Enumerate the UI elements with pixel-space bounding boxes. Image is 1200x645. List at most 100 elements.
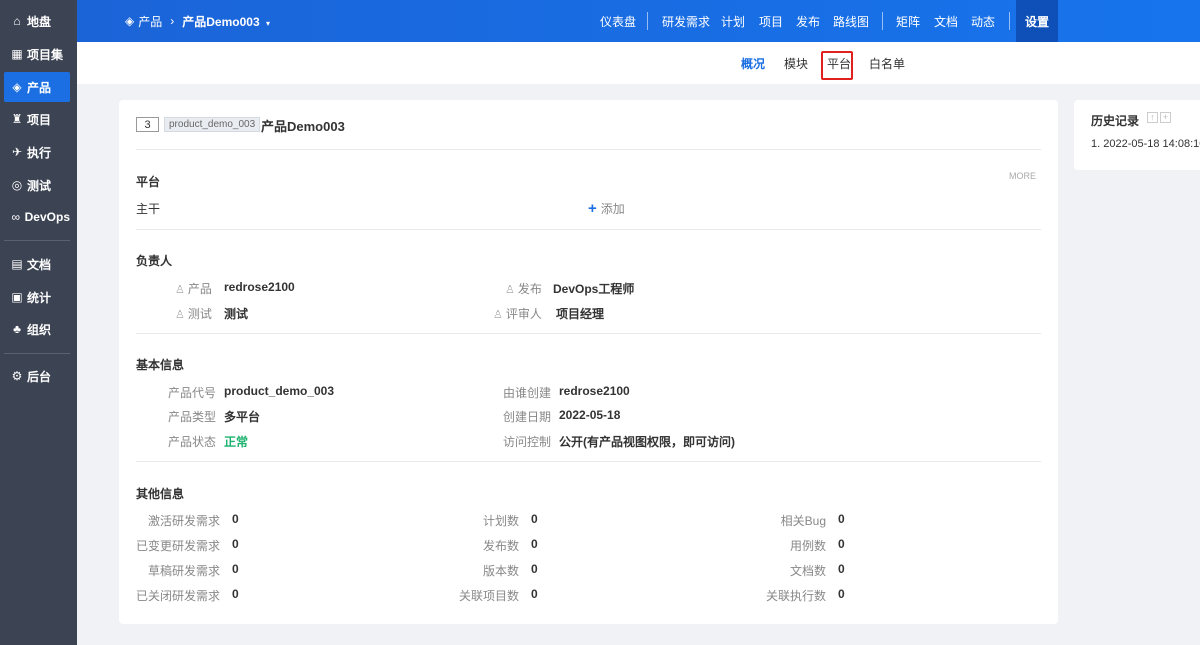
label-text: 发布 bbox=[517, 282, 542, 296]
owner-release-value: DevOps工程师 bbox=[553, 282, 635, 296]
nav-dashboard[interactable]: 仪表盘 bbox=[600, 0, 636, 42]
product-name: 产品Demo003 bbox=[261, 119, 345, 134]
label-text: 测试 bbox=[187, 307, 212, 321]
stat-value: 0 bbox=[838, 512, 845, 526]
stat-value: 0 bbox=[838, 587, 845, 601]
sidebar: ⌂ 地盘 ▦ 项目集 ◈ 产品 ♜ 项目 ✈ 执行 ◎ 测试 ∞ DevOps … bbox=[0, 0, 77, 645]
sidebar-item-label: 文档 bbox=[27, 257, 52, 272]
stat-value: 0 bbox=[232, 512, 239, 526]
project-icon: ♜ bbox=[11, 112, 23, 126]
stat-label: 已变更研发需求 bbox=[135, 539, 220, 553]
platform-branch: 主干 bbox=[136, 202, 161, 216]
home-icon: ⌂ bbox=[13, 14, 21, 28]
stat-label: 关联执行数 bbox=[765, 589, 826, 603]
sub-navigation: 概况 模块 平台 白名单 bbox=[77, 42, 1200, 84]
other-info-section-title: 其他信息 bbox=[136, 487, 185, 501]
owner-reviewer-label: ♙ 评审人 bbox=[493, 305, 542, 322]
created-date-value: 2022-05-18 bbox=[559, 408, 621, 422]
created-date-label: 创建日期 bbox=[503, 410, 552, 424]
arrow-up-icon[interactable]: ↑ bbox=[1147, 112, 1158, 123]
creator-label: 由谁创建 bbox=[503, 386, 552, 400]
status-badge: 正常 bbox=[224, 435, 249, 449]
section-divider bbox=[136, 229, 1041, 230]
sidebar-item-org[interactable]: ♣ 组织 bbox=[4, 314, 70, 344]
sidebar-item-project[interactable]: ♜ 项目 bbox=[4, 104, 70, 134]
nav-doc[interactable]: 文档 bbox=[934, 0, 958, 42]
nav-matrix[interactable]: 矩阵 bbox=[896, 0, 920, 42]
nav-plan[interactable]: 计划 bbox=[721, 0, 745, 42]
nav-roadmap[interactable]: 路线图 bbox=[833, 0, 869, 42]
sidebar-item-stats[interactable]: ▣ 统计 bbox=[4, 282, 70, 312]
stat-label: 关联项目数 bbox=[458, 589, 519, 603]
sidebar-item-dashboard[interactable]: ⌂ 地盘 bbox=[4, 6, 70, 36]
label-text: 产品 bbox=[187, 282, 212, 296]
product-overview-card: 3 product_demo_003 产品Demo003 平台 MORE 主干 … bbox=[119, 100, 1058, 624]
tab-module[interactable]: 模块 bbox=[784, 42, 808, 84]
product-switcher[interactable]: 产品Demo003 ▾ bbox=[182, 13, 270, 30]
product-status-label: 产品状态 bbox=[168, 435, 217, 449]
stat-value: 0 bbox=[531, 587, 538, 601]
stat-value: 0 bbox=[838, 537, 845, 551]
sidebar-item-label: DevOps bbox=[24, 210, 70, 224]
breadcrumb-separator: › bbox=[170, 14, 175, 28]
user-icon: ♙ bbox=[175, 284, 185, 296]
sidebar-item-admin[interactable]: ⚙ 后台 bbox=[4, 361, 70, 391]
basic-info-section-title: 基本信息 bbox=[136, 358, 185, 372]
infinity-icon: ∞ bbox=[11, 210, 21, 224]
stat-value: 0 bbox=[232, 537, 239, 551]
history-entry: 1. 2022-05-18 14:08:10 bbox=[1091, 138, 1200, 150]
stat-value: 0 bbox=[531, 562, 538, 576]
sidebar-item-label: 统计 bbox=[27, 290, 52, 305]
sidebar-item-devops[interactable]: ∞ DevOps bbox=[4, 202, 70, 232]
nav-divider bbox=[647, 12, 648, 30]
sidebar-item-test[interactable]: ◎ 测试 bbox=[4, 170, 70, 200]
history-card: 历史记录 ↑ + 1. 2022-05-18 14:08:10 bbox=[1074, 100, 1200, 170]
sidebar-item-label: 后台 bbox=[27, 369, 52, 384]
sidebar-item-label: 项目 bbox=[27, 112, 52, 127]
owner-test-value: 测试 bbox=[224, 307, 249, 321]
sidebar-divider bbox=[4, 353, 70, 354]
label-text: 评审人 bbox=[505, 307, 542, 321]
user-icon: ♙ bbox=[175, 309, 185, 321]
breadcrumb-product-link[interactable]: 产品 bbox=[138, 13, 162, 30]
sidebar-item-execution[interactable]: ✈ 执行 bbox=[4, 137, 70, 167]
tab-overview[interactable]: 概况 bbox=[741, 42, 765, 84]
product-id-badge: 3 bbox=[136, 117, 159, 132]
stat-label: 激活研发需求 bbox=[147, 514, 220, 528]
owners-section-title: 负责人 bbox=[136, 254, 173, 268]
top-header: ◈ 产品 › 产品Demo003 ▾ 仪表盘 研发需求 计划 项目 发布 路线图… bbox=[77, 0, 1200, 42]
plus-icon[interactable]: + bbox=[1160, 112, 1171, 123]
sidebar-item-label: 测试 bbox=[27, 178, 52, 193]
section-divider bbox=[136, 333, 1041, 334]
stat-label: 版本数 bbox=[482, 564, 519, 578]
stat-value: 0 bbox=[232, 587, 239, 601]
more-link[interactable]: MORE bbox=[1009, 171, 1036, 181]
stat-value: 0 bbox=[531, 512, 538, 526]
breadcrumb: ◈ 产品 › 产品Demo003 ▾ bbox=[125, 0, 270, 42]
sidebar-item-label: 项目集 bbox=[27, 47, 64, 62]
sidebar-item-program[interactable]: ▦ 项目集 bbox=[4, 39, 70, 69]
users-icon: ♣ bbox=[13, 322, 21, 336]
stat-label: 草稿研发需求 bbox=[147, 564, 220, 578]
stat-label: 相关Bug bbox=[780, 514, 826, 528]
sidebar-item-label: 组织 bbox=[27, 322, 52, 337]
product-type-label: 产品类型 bbox=[168, 410, 217, 424]
nav-requirements[interactable]: 研发需求 bbox=[662, 0, 710, 42]
add-platform-button[interactable]: + 添加 bbox=[588, 200, 625, 217]
owner-product-label: ♙ 产品 bbox=[175, 280, 212, 297]
sidebar-item-label: 地盘 bbox=[27, 14, 52, 29]
nav-activity[interactable]: 动态 bbox=[971, 0, 995, 42]
history-title: 历史记录 bbox=[1091, 114, 1140, 128]
sidebar-item-product[interactable]: ◈ 产品 bbox=[4, 72, 70, 102]
nav-settings[interactable]: 设置 bbox=[1016, 0, 1059, 42]
tab-whitelist[interactable]: 白名单 bbox=[869, 42, 905, 84]
chart-icon: ▣ bbox=[11, 290, 23, 304]
user-icon: ♙ bbox=[505, 284, 515, 296]
stat-value: 0 bbox=[838, 562, 845, 576]
highlight-box bbox=[821, 51, 853, 80]
product-type-value: 多平台 bbox=[224, 410, 261, 424]
add-label: 添加 bbox=[600, 202, 625, 216]
nav-release[interactable]: 发布 bbox=[796, 0, 820, 42]
nav-project[interactable]: 项目 bbox=[759, 0, 783, 42]
sidebar-item-doc[interactable]: ▤ 文档 bbox=[4, 249, 70, 279]
